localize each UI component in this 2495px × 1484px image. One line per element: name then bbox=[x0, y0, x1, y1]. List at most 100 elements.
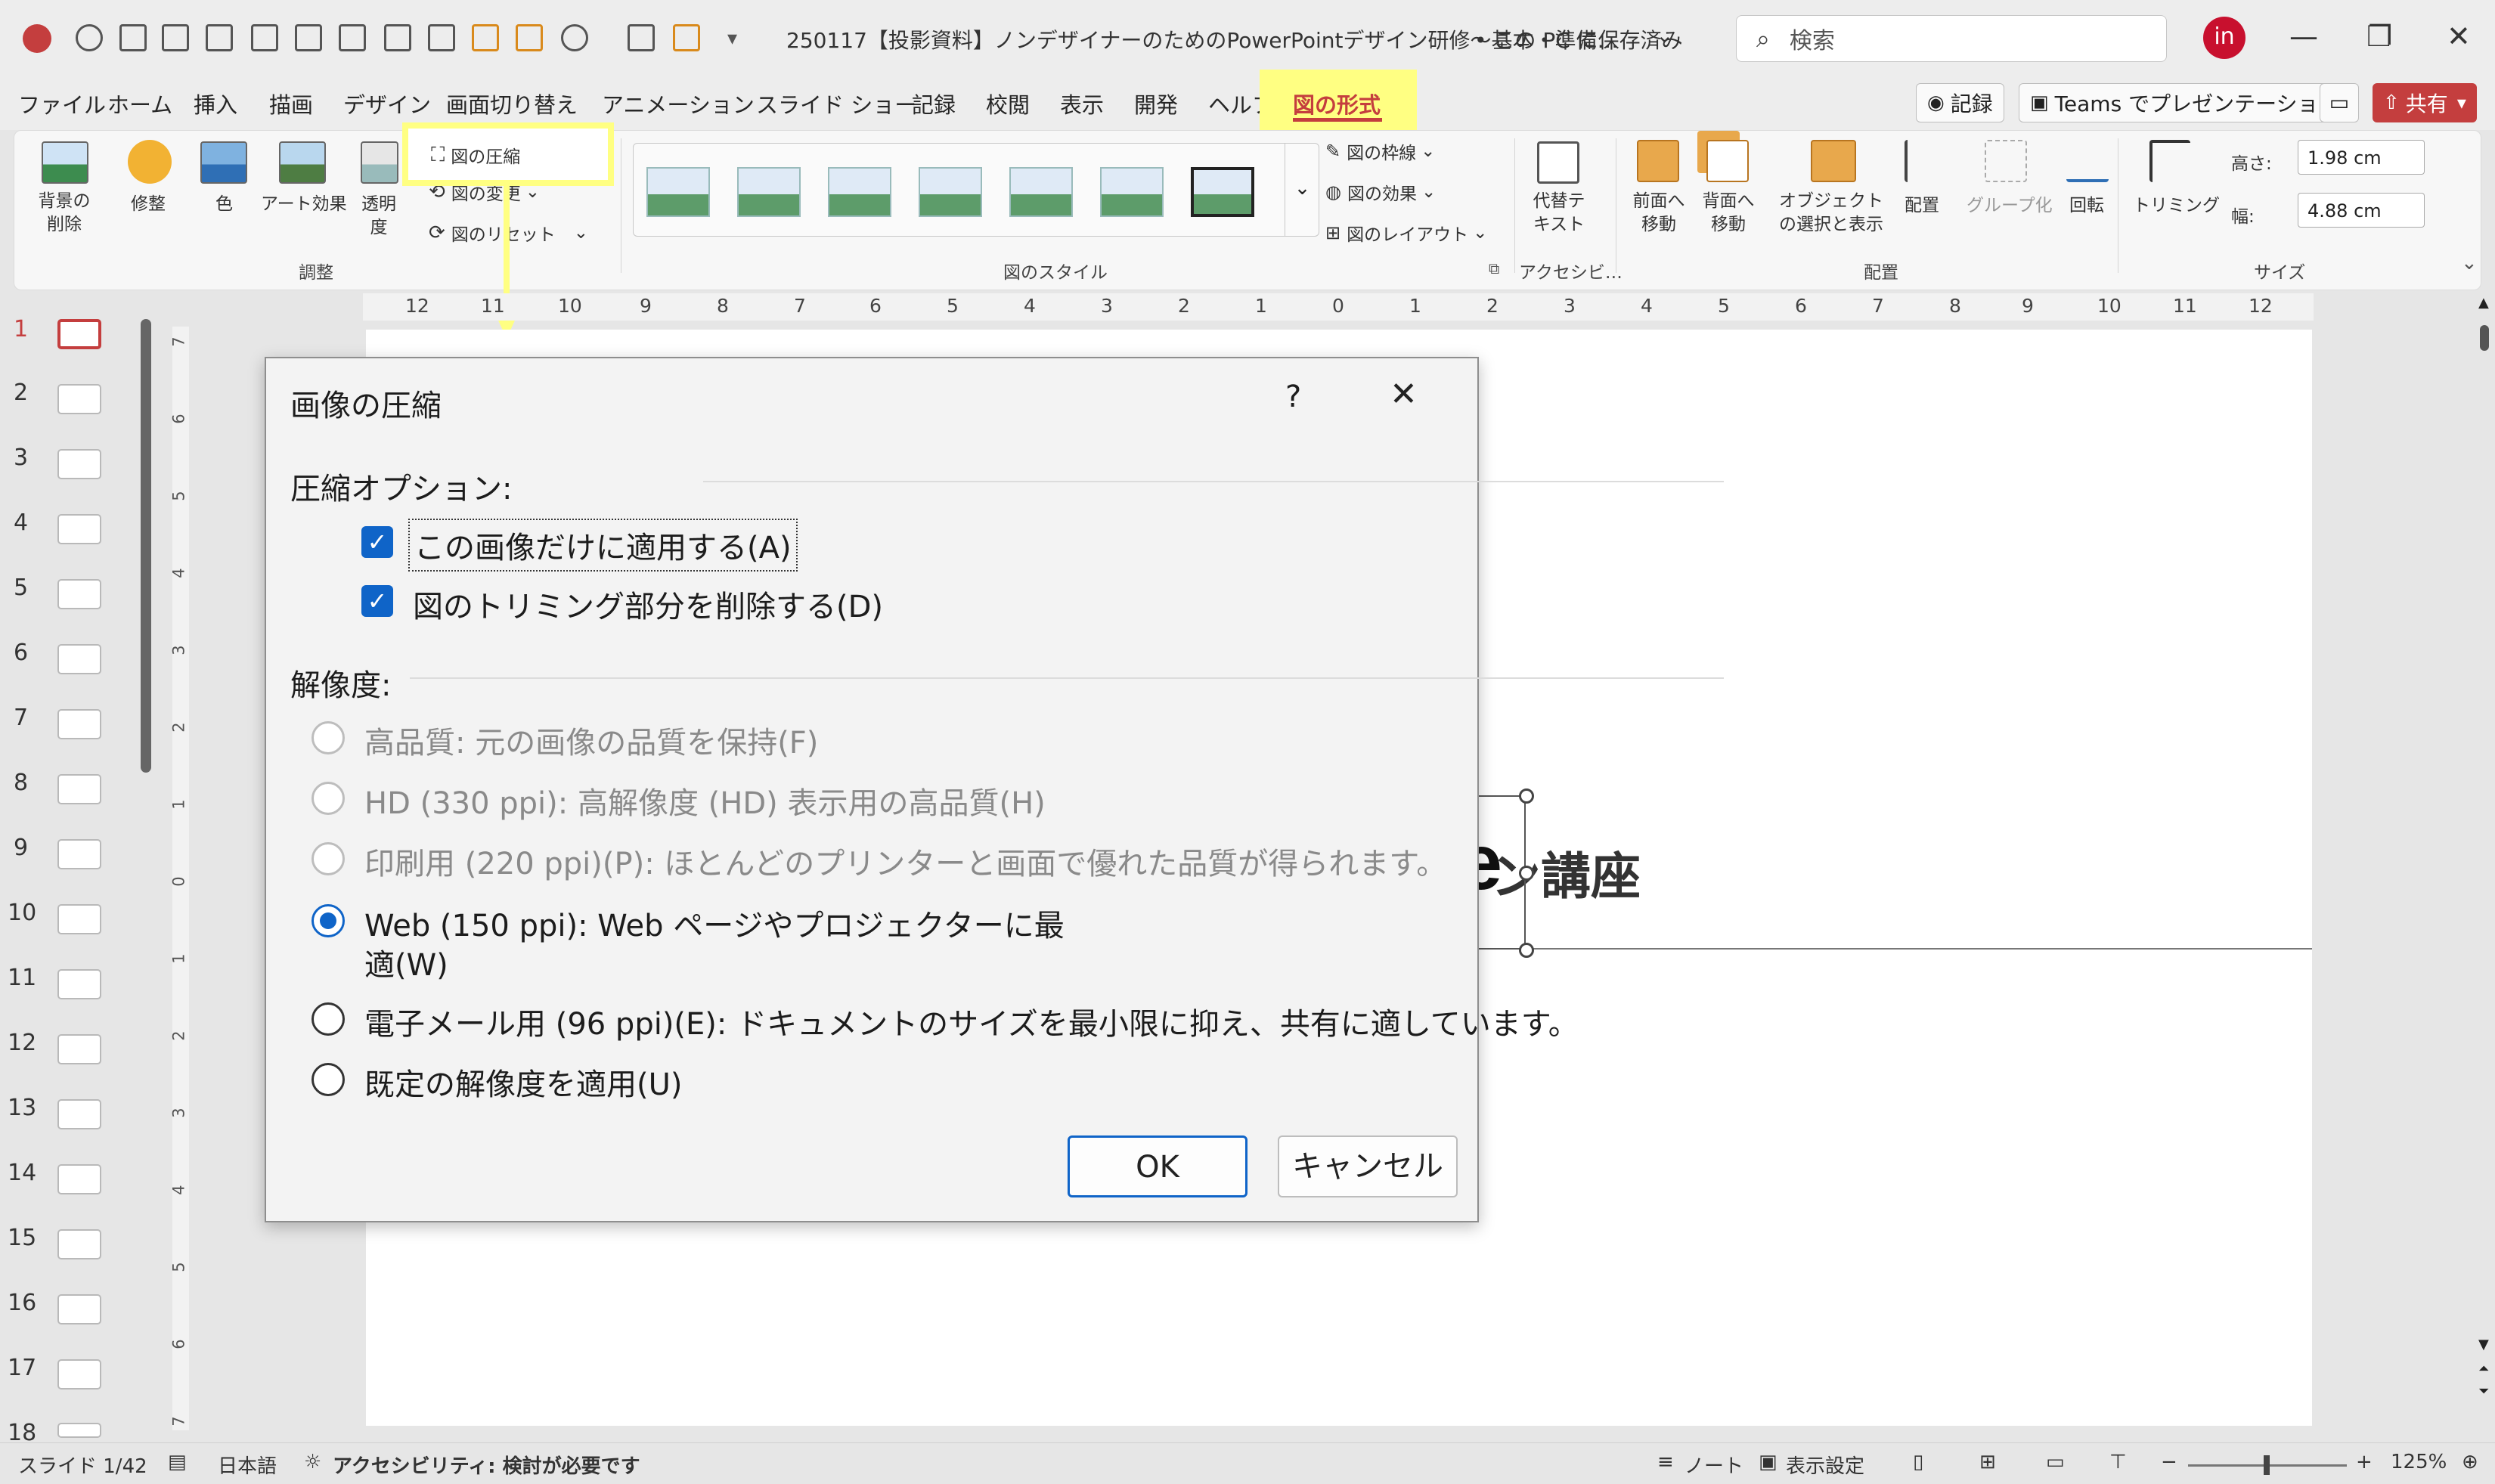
zoom-level[interactable]: 125% bbox=[2391, 1451, 2447, 1473]
slide-thumbnail[interactable] bbox=[57, 449, 101, 479]
width-input[interactable]: 4.88 cm bbox=[2298, 193, 2425, 228]
style-thumb[interactable] bbox=[828, 167, 891, 217]
spelling-icon[interactable]: ▤ bbox=[168, 1451, 187, 1473]
comments-button[interactable]: ▭ bbox=[2320, 83, 2359, 122]
avatar[interactable]: in bbox=[2203, 17, 2246, 59]
search-box[interactable]: ⌕ 検索 bbox=[1736, 15, 2167, 62]
tab-view[interactable]: 表示 bbox=[1060, 88, 1104, 119]
slide-thumbnail[interactable] bbox=[57, 839, 101, 869]
style-thumb[interactable] bbox=[737, 167, 801, 217]
alt-text-label[interactable]: 代替テキスト bbox=[1530, 190, 1588, 237]
slide-thumbnail[interactable] bbox=[57, 774, 101, 804]
help-button[interactable]: ? bbox=[1285, 380, 1301, 414]
accessibility-icon[interactable]: ☼ bbox=[304, 1451, 321, 1473]
slide-thumbnail[interactable] bbox=[57, 904, 101, 934]
slide-thumbnail[interactable] bbox=[57, 319, 101, 349]
tab-transitions[interactable]: 画面切り替え bbox=[446, 88, 578, 119]
picture-border-button[interactable]: ✎ 図の枠線 ⌄ bbox=[1325, 138, 1435, 164]
bring-forward-icon[interactable] bbox=[1637, 140, 1679, 182]
save-status[interactable]: • この PC に保存済み bbox=[1474, 24, 1683, 54]
group-icon[interactable] bbox=[472, 24, 499, 51]
bring-forward-label[interactable]: 前面へ移動 bbox=[1628, 190, 1690, 237]
tab-slideshow[interactable]: スライド ショー bbox=[756, 88, 916, 119]
tab-design[interactable]: デザイン bbox=[343, 88, 431, 119]
tab-home[interactable]: ホーム bbox=[107, 88, 172, 119]
picture-layout-button[interactable]: ⊞ 図のレイアウト ⌄ bbox=[1325, 220, 1487, 246]
option-default[interactable]: 既定の解像度を適用(U) bbox=[364, 1060, 683, 1104]
zoom-slider-thumb[interactable] bbox=[2264, 1455, 2270, 1475]
restore-icon[interactable]: ❐ bbox=[2366, 20, 2392, 53]
notes-icon[interactable]: ≡ bbox=[1657, 1451, 1674, 1473]
normal-view-icon[interactable]: ▯ bbox=[1913, 1451, 1923, 1473]
height-input[interactable]: 1.98 cm bbox=[2298, 140, 2425, 175]
scroll-thumb[interactable] bbox=[2480, 325, 2489, 351]
align-right-icon[interactable] bbox=[251, 24, 278, 51]
radio-email[interactable] bbox=[311, 1002, 345, 1036]
corrections-icon[interactable] bbox=[128, 140, 172, 184]
slide-thumbnail[interactable] bbox=[57, 1229, 101, 1259]
apply-only-checkbox[interactable]: ✓ bbox=[361, 526, 393, 558]
slide-thumbnail[interactable] bbox=[57, 969, 101, 999]
accessibility-status[interactable]: アクセシビリティ: 検討が必要です bbox=[333, 1451, 640, 1479]
fit-to-window-icon[interactable]: ⊕ bbox=[2462, 1451, 2478, 1473]
minimize-icon[interactable]: — bbox=[2289, 20, 2318, 53]
tab-animations[interactable]: アニメーション bbox=[602, 88, 755, 119]
compress-highlight-content[interactable]: ⛶ 図の圧縮 bbox=[431, 142, 520, 168]
align-center-icon[interactable] bbox=[295, 24, 322, 51]
crop-label[interactable]: トリミング bbox=[2133, 194, 2220, 218]
slide-thumbnail[interactable] bbox=[57, 1034, 101, 1064]
slide-counter[interactable]: スライド 1/42 bbox=[18, 1451, 147, 1479]
bar-chart-icon[interactable] bbox=[206, 24, 233, 51]
display-settings-icon[interactable]: ▣ bbox=[1759, 1451, 1777, 1473]
selection-pane-label[interactable]: オブジェクトの選択と表示 bbox=[1774, 190, 1888, 237]
zoom-slider[interactable] bbox=[2188, 1455, 2347, 1475]
slide-thumbnail[interactable] bbox=[57, 1359, 101, 1390]
distribute-icon[interactable] bbox=[339, 24, 366, 51]
send-backward-icon[interactable] bbox=[1706, 140, 1749, 182]
resize-handle[interactable] bbox=[1519, 788, 1534, 804]
radio-default[interactable] bbox=[311, 1063, 345, 1096]
send-backward-label[interactable]: 背面へ移動 bbox=[1697, 190, 1759, 237]
delete-cropped-label[interactable]: 図のトリミング部分を削除する(D) bbox=[413, 582, 883, 626]
display-settings-button[interactable]: 表示設定 bbox=[1786, 1451, 1864, 1479]
transparency-icon[interactable] bbox=[361, 141, 398, 184]
scroll-up-icon[interactable]: ▲ bbox=[2478, 295, 2489, 311]
align-middle-icon[interactable] bbox=[428, 24, 455, 51]
style-thumb[interactable] bbox=[646, 167, 710, 217]
transparency-label[interactable]: 透明度 bbox=[359, 193, 398, 240]
ungroup-icon[interactable] bbox=[516, 24, 543, 51]
artistic-effects-label[interactable]: アート効果 bbox=[261, 193, 347, 216]
customize-qat-chevron-icon[interactable]: ▾ bbox=[727, 27, 737, 50]
slide-thumbnail[interactable] bbox=[57, 709, 101, 739]
resize-handle[interactable] bbox=[1519, 866, 1534, 881]
open-folder-icon[interactable] bbox=[628, 24, 655, 51]
slide-thumbnail[interactable] bbox=[57, 579, 101, 609]
next-slide-icon[interactable]: ⏷ bbox=[2478, 1383, 2489, 1399]
alt-text-icon[interactable] bbox=[1537, 141, 1579, 184]
artistic-effects-icon[interactable] bbox=[279, 141, 326, 184]
format-painter-icon[interactable] bbox=[673, 24, 700, 51]
autosave-icon[interactable] bbox=[76, 24, 103, 51]
record-button[interactable]: ◉ 記録 bbox=[1916, 83, 2004, 122]
apply-only-label[interactable]: この画像だけに適用する(A) bbox=[408, 519, 798, 572]
style-thumb[interactable] bbox=[1191, 167, 1254, 217]
remove-background-label[interactable]: 背景の削除 bbox=[34, 190, 95, 237]
style-thumb[interactable] bbox=[919, 167, 982, 217]
prev-slide-icon[interactable]: ⏶ bbox=[2478, 1361, 2489, 1377]
option-email[interactable]: 電子メール用 (96 ppi)(E): ドキュメントのサイズを最小限に抑え、共有… bbox=[364, 999, 1579, 1043]
align-icon[interactable] bbox=[1905, 140, 1947, 182]
align-top-icon[interactable] bbox=[162, 24, 189, 51]
tab-developer[interactable]: 開発 bbox=[1134, 88, 1178, 119]
slide-thumbnail[interactable] bbox=[57, 514, 101, 544]
collapse-ribbon-icon[interactable]: ⌄ bbox=[2461, 252, 2478, 274]
style-thumb[interactable] bbox=[1100, 167, 1164, 217]
align-left-icon[interactable] bbox=[119, 24, 147, 51]
slide-thumbnail[interactable] bbox=[57, 644, 101, 674]
styles-dialog-launcher-icon[interactable]: ⧉ bbox=[1489, 259, 1499, 277]
distribute-horizontal-icon[interactable] bbox=[384, 24, 411, 51]
crop-icon[interactable] bbox=[2149, 140, 2190, 182]
remove-background-icon[interactable] bbox=[42, 141, 88, 184]
slide-thumbnail[interactable] bbox=[57, 1099, 101, 1129]
tab-record[interactable]: 記録 bbox=[912, 88, 956, 119]
cancel-button[interactable]: キャンセル bbox=[1278, 1135, 1458, 1197]
